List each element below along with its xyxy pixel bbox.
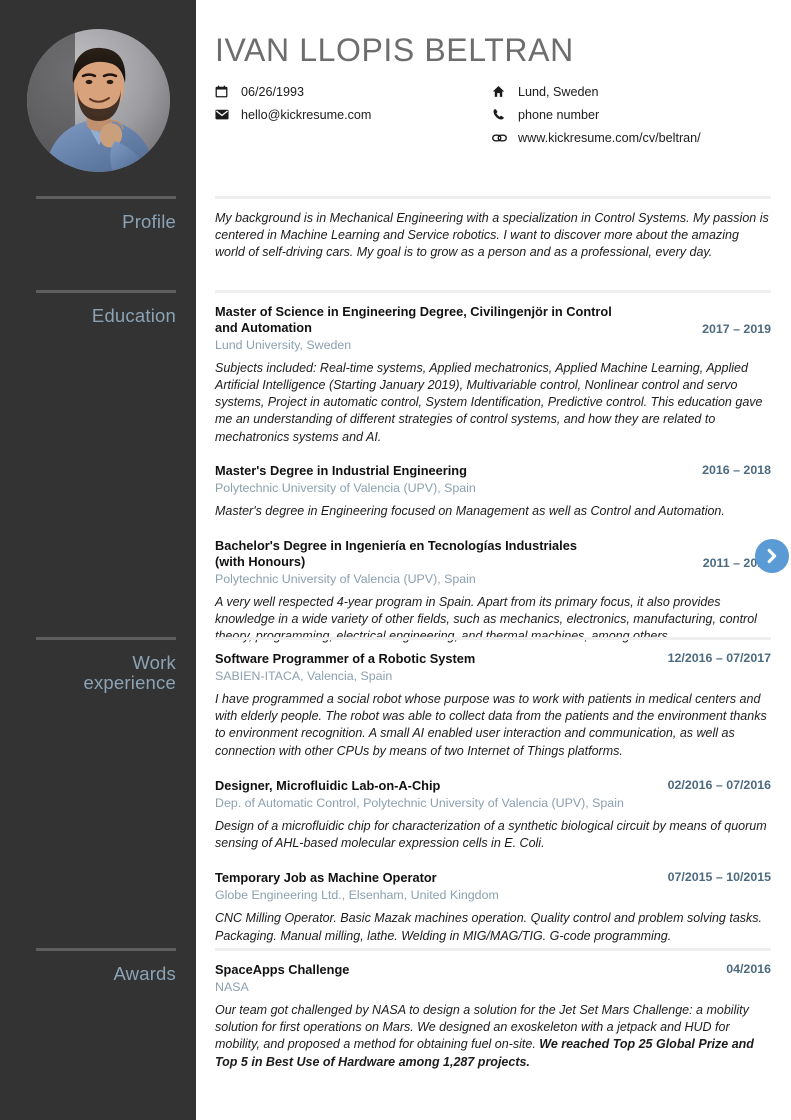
phone-icon <box>492 108 518 121</box>
entry-subtitle: Polytechnic University of Valencia (UPV)… <box>215 571 476 586</box>
contact-email[interactable]: hello@kickresume.com <box>215 103 485 126</box>
sidebar-item-work-experience[interactable]: Work experience <box>36 637 176 694</box>
main-content: IVAN LLOPIS BELTRAN 06/26/1993 hello@kic… <box>196 0 791 1120</box>
section-divider <box>215 290 771 293</box>
contact-value: phone number <box>518 107 600 122</box>
sidebar-item-awards[interactable]: Awards <box>36 948 176 984</box>
sidebar-item-label: Profile <box>122 211 176 232</box>
envelope-icon <box>215 109 241 120</box>
home-icon <box>492 85 518 98</box>
section-education: Master of Science in Engineering Degree,… <box>215 290 771 646</box>
entry-title: Master's Degree in Industrial Engineerin… <box>215 462 467 478</box>
sidebar-item-profile[interactable]: Profile <box>36 196 176 232</box>
entry-subtitle: SABIEN-ITACA, Valencia, Spain <box>215 668 393 683</box>
resume-page: Profile Education Work experience Awards… <box>0 0 791 1120</box>
work-entry: Temporary Job as Machine Operator 07/201… <box>215 870 771 944</box>
education-entry: Master of Science in Engineering Degree,… <box>215 304 771 446</box>
entry-title: Master of Science in Engineering Degree,… <box>215 304 612 335</box>
work-entry: Designer, Microfluidic Lab-on-A-Chip 02/… <box>215 778 771 852</box>
contact-website[interactable]: www.kickresume.com/cv/beltran/ <box>492 126 782 149</box>
education-entry: Master's Degree in Industrial Engineerin… <box>215 463 771 520</box>
entry-description: Master's degree in Engineering focused o… <box>215 503 725 518</box>
work-entry: Software Programmer of a Robotic System … <box>215 651 771 760</box>
section-divider <box>215 637 771 640</box>
contact-column-left: 06/26/1993 hello@kickresume.com <box>215 80 485 126</box>
contact-value: 06/26/1993 <box>241 84 305 99</box>
sidebar-item-label: Awards <box>113 963 176 984</box>
contact-value: hello@kickresume.com <box>241 107 372 122</box>
entry-description: Subjects included: Real-time systems, Ap… <box>215 361 763 444</box>
entry-description: Our team got challenged by NASA to desig… <box>215 1002 771 1071</box>
entry-title: Temporary Job as Machine Operator <box>215 870 437 886</box>
sidebar-rule <box>36 948 176 951</box>
section-awards: SpaceApps Challenge 04/2016 NASA Our tea… <box>215 948 771 1071</box>
sidebar-item-education[interactable]: Education <box>36 290 176 326</box>
chevron-right-icon <box>763 547 781 565</box>
calendar-icon <box>215 85 241 98</box>
entry-subtitle: Lund University, Sweden <box>215 337 352 352</box>
sidebar-rule <box>36 637 176 640</box>
section-divider <box>215 196 771 199</box>
section-work-experience: Software Programmer of a Robotic System … <box>215 637 771 945</box>
section-profile: My background is in Mechanical Engineeri… <box>215 196 771 261</box>
award-entry: SpaceApps Challenge 04/2016 NASA Our tea… <box>215 962 771 1071</box>
entry-title: SpaceApps Challenge <box>215 962 350 977</box>
sidebar-section-labels: Profile Education Work experience Awards <box>0 0 196 1120</box>
contact-phone: phone number <box>492 103 782 126</box>
entry-date: 2016 – 2018 <box>702 462 771 477</box>
education-entry: Bachelor's Degree in Ingeniería en Tecno… <box>215 538 771 645</box>
contact-column-right: Lund, Sweden phone number www.kickresume… <box>492 80 782 149</box>
contact-birthdate: 06/26/1993 <box>215 80 485 103</box>
entry-date: 12/2016 – 07/2017 <box>667 651 771 665</box>
contact-value: Lund, Sweden <box>518 84 599 99</box>
profile-text: My background is in Mechanical Engineeri… <box>215 211 769 260</box>
entry-subtitle: Polytechnic University of Valencia (UPV)… <box>215 480 476 495</box>
entry-date: 2017 – 2019 <box>702 321 771 336</box>
next-page-button[interactable] <box>755 539 789 573</box>
contact-value: www.kickresume.com/cv/beltran/ <box>518 130 701 145</box>
link-icon <box>492 133 518 143</box>
sidebar-rule <box>36 290 176 293</box>
entry-title: Bachelor's Degree in Ingeniería en Tecno… <box>215 538 577 569</box>
sidebar-item-label: Work experience <box>83 652 176 694</box>
sidebar: Profile Education Work experience Awards <box>0 0 196 1120</box>
entry-title: Software Programmer of a Robotic System <box>215 651 476 666</box>
sidebar-rule <box>36 196 176 199</box>
entry-subtitle: Globe Engineering Ltd., Elsenham, United… <box>215 888 499 903</box>
contact-location: Lund, Sweden <box>492 80 782 103</box>
page-title: IVAN LLOPIS BELTRAN <box>215 32 574 68</box>
entry-title: Designer, Microfluidic Lab-on-A-Chip <box>215 777 441 793</box>
entry-subtitle: Dep. of Automatic Control, Polytechnic U… <box>215 795 624 810</box>
sidebar-item-label: Education <box>91 305 176 326</box>
entry-subtitle: NASA <box>215 979 249 994</box>
section-divider <box>215 948 771 951</box>
entry-description: I have programmed a social robot whose p… <box>215 692 767 758</box>
entry-date: 04/2016 <box>726 962 771 976</box>
entry-description: CNC Milling Operator. Basic Mazak machin… <box>215 911 762 943</box>
entry-date: 07/2015 – 10/2015 <box>667 870 771 885</box>
entry-description: Design of a microfluidic chip for charac… <box>215 818 767 851</box>
entry-date: 02/2016 – 07/2016 <box>667 777 771 792</box>
